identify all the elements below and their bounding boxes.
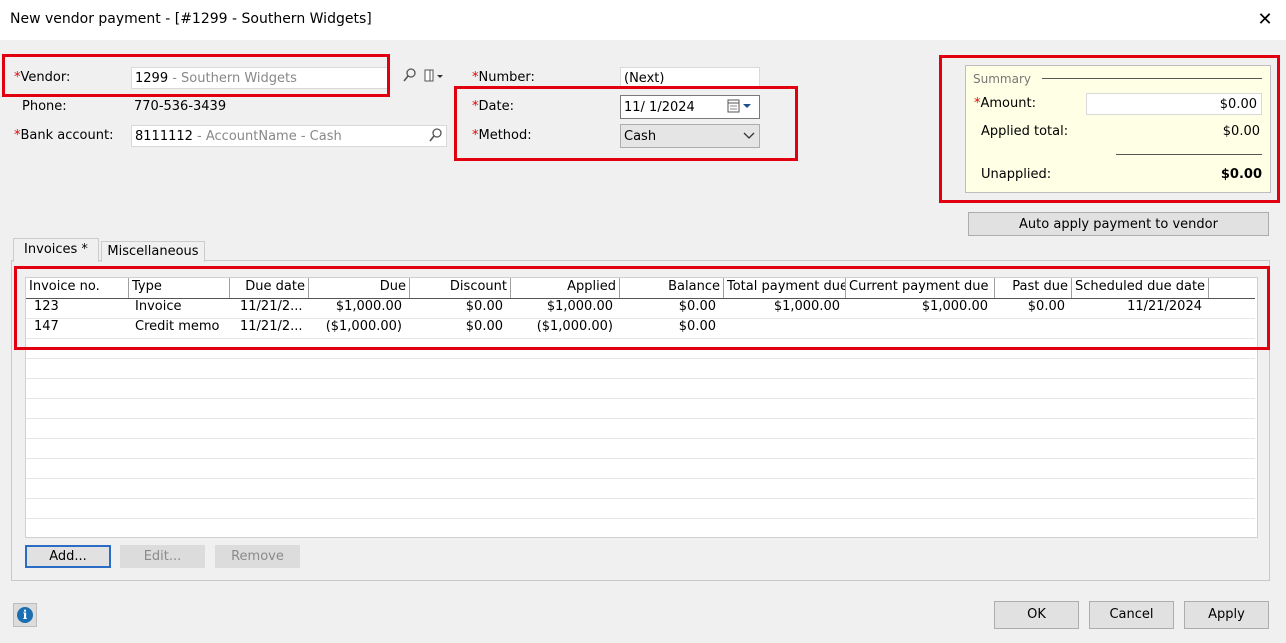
vendor-search-icon[interactable] [402,67,418,85]
ok-button[interactable]: OK [994,601,1079,629]
tab-invoices[interactable]: Invoices * [13,238,99,262]
tab-miscellaneous[interactable]: Miscellaneous [101,241,205,262]
grid-line [26,418,1255,419]
remove-button[interactable]: Remove [215,545,300,568]
auto-apply-button[interactable]: Auto apply payment to vendor [968,212,1269,236]
invoices-table-highlight [14,266,1270,350]
vendor-options-icon[interactable] [423,67,447,85]
apply-button[interactable]: Apply [1184,601,1269,629]
grid-line [26,358,1255,359]
grid-line [26,398,1255,399]
bank-account-search-icon[interactable] [428,127,444,145]
grid-line [26,438,1255,439]
close-icon[interactable]: ✕ [1252,5,1278,35]
vendor-highlight [2,54,390,97]
cancel-button[interactable]: Cancel [1089,601,1174,629]
edit-button[interactable]: Edit... [120,545,205,568]
info-icon: i [17,607,33,623]
info-button[interactable]: i [13,603,37,627]
add-button[interactable]: Add... [25,545,111,568]
grid-line [26,518,1255,519]
phone-value: 770-536-3439 [134,99,227,114]
grid-line [26,478,1255,479]
summary-highlight [939,55,1280,203]
window-title: New vendor payment - [#1299 - Southern W… [10,11,372,27]
number-label: *Number: [472,70,535,85]
phone-label: Phone: [22,99,67,114]
grid-line [26,378,1255,379]
grid-line [26,498,1255,499]
bank-account-field[interactable]: 8111112 - AccountName - Cash [131,125,447,147]
date-method-highlight [454,86,798,161]
grid-line [26,458,1255,459]
bank-account-label: *Bank account: [14,128,114,143]
